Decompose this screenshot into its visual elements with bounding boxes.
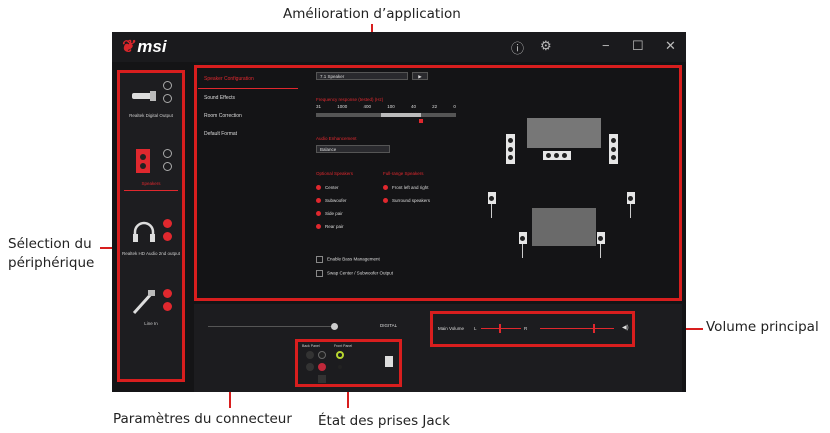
swap-center-subwoofer[interactable]: Swap Center / Subwoofer Output	[316, 270, 393, 277]
jack-icon[interactable]	[306, 351, 314, 359]
opt-center[interactable]: Center	[316, 185, 339, 191]
check-icon	[383, 185, 388, 191]
device-label: Realtek HD Audio 2nd output	[121, 251, 181, 256]
balance-slider[interactable]	[481, 328, 521, 329]
device-sidebar: Realtek Digital Output Speakers Realtek …	[117, 70, 185, 382]
optical-cable-icon	[132, 91, 156, 101]
line-in-cable-icon	[132, 290, 155, 315]
fullrange-surround[interactable]: Surround speakers	[383, 198, 430, 204]
jack-icon[interactable]	[318, 375, 326, 383]
back-panel-header: Back Panel	[302, 344, 320, 348]
msi-logo: ❦ msi	[120, 37, 167, 56]
default-device-check-icon[interactable]	[163, 81, 172, 90]
eq-bar-fill	[381, 113, 421, 117]
speaker-config-select[interactable]: 7.1 Speaker	[316, 72, 408, 80]
eq-marker[interactable]	[419, 119, 423, 123]
checkbox-icon	[316, 256, 323, 263]
device-label: Line In	[144, 321, 158, 326]
speaker-mute-icon[interactable]: ◀)	[622, 324, 629, 331]
balance-select[interactable]: Balance	[316, 145, 390, 153]
close-icon[interactable]: ✕	[665, 38, 676, 54]
master-volume-panel: Main Volume L R ◀)	[430, 311, 635, 347]
device-item-speakers[interactable]: Speakers	[120, 143, 182, 213]
default-device-check-icon[interactable]	[163, 149, 172, 158]
device-item-digital-output[interactable]: Realtek Digital Output	[120, 75, 182, 145]
callout-app-enhancement: Amélioration d’application	[283, 6, 461, 22]
callout-connector-settings: Paramètres du connecteur	[113, 411, 292, 427]
opt-rear-pair[interactable]: Rear pair	[316, 224, 344, 230]
eq-title: Frequency response (tested) (Hz)	[316, 97, 384, 102]
gear-icon[interactable]: ⚙	[540, 38, 552, 54]
play-test-button[interactable]: ▶	[412, 72, 428, 80]
audio-enhancement-title: Audio Enhancement	[316, 136, 357, 141]
leader-line-jack	[347, 390, 349, 408]
jack-icon[interactable]	[318, 351, 326, 359]
communication-device-icon[interactable]	[163, 162, 172, 171]
active-underline	[124, 190, 178, 191]
jack-icon[interactable]	[306, 363, 314, 371]
speaker-icon	[136, 149, 150, 173]
enable-bass-management[interactable]: Enable Bass Management	[316, 256, 380, 263]
volume-slider-thumb[interactable]	[593, 324, 595, 333]
optional-speakers-title: Optional Speakers	[316, 171, 354, 176]
callout-device-selection-line2: périphérique	[8, 255, 95, 271]
rear-left-speaker-icon[interactable]	[519, 232, 527, 244]
callout-master-volume: Volume principal	[706, 319, 819, 335]
jack-pink-icon[interactable]	[318, 363, 326, 371]
jack-green-icon[interactable]	[336, 351, 344, 359]
headphones-icon	[133, 221, 155, 242]
communication-device-icon[interactable]	[163, 94, 172, 103]
rear-right-speaker-icon[interactable]	[597, 232, 605, 244]
connector-slider-track	[208, 326, 336, 327]
check-icon	[316, 198, 321, 204]
maximize-icon[interactable]: ☐	[632, 38, 644, 54]
opt-subwoofer[interactable]: Subwoofer	[316, 198, 347, 204]
sofa-icon	[532, 208, 596, 246]
dragon-icon: ❦	[120, 37, 135, 56]
tv-screen-icon	[527, 118, 601, 148]
balance-slider-thumb[interactable]	[499, 324, 501, 333]
communication-device-icon[interactable]	[163, 302, 172, 311]
check-icon	[316, 185, 321, 191]
callout-jack-status: État des prises Jack	[318, 413, 450, 429]
minimize-icon[interactable]: −	[602, 38, 610, 53]
device-item-hd-audio-2nd[interactable]: Realtek HD Audio 2nd output	[120, 213, 182, 283]
main-volume-label: Main Volume	[438, 326, 465, 331]
app-window: ❦ msi ⓘ ⚙ − ☐ ✕ Realtek Digital Output Sp…	[112, 32, 686, 392]
jack-icon[interactable]	[338, 365, 342, 369]
check-icon	[316, 211, 321, 217]
fullrange-front[interactable]: Front left and right	[383, 185, 429, 191]
communication-device-icon[interactable]	[163, 232, 172, 241]
front-panel-header: Front Panel	[334, 344, 353, 348]
center-speaker-icon[interactable]	[543, 151, 571, 160]
default-device-check-icon[interactable]	[163, 289, 172, 298]
checkbox-icon	[316, 270, 323, 277]
speaker-configuration-panel: 7.1 Speaker ▶ Frequency response (tested…	[194, 65, 682, 301]
check-icon	[383, 198, 388, 204]
jack-status-panel: Back Panel Front Panel	[295, 339, 402, 387]
device-label: Realtek Digital Output	[129, 113, 173, 118]
eq-ticks: 31 1000 400 100 40 22 0	[316, 104, 456, 109]
fullrange-speakers-title: Full-range Speakers	[383, 171, 424, 176]
front-right-speaker-icon[interactable]	[609, 134, 618, 164]
info-icon[interactable]: ⓘ	[511, 38, 524, 57]
opt-side-pair[interactable]: Side pair	[316, 211, 343, 217]
device-label: Speakers	[141, 181, 161, 186]
check-icon	[316, 224, 321, 230]
default-device-check-icon[interactable]	[163, 219, 172, 228]
callout-device-selection-line1: Sélection du	[8, 236, 92, 252]
side-right-speaker-icon[interactable]	[627, 192, 635, 204]
device-item-line-in[interactable]: Line In	[120, 283, 182, 353]
front-left-speaker-icon[interactable]	[506, 134, 515, 164]
digital-label: DIGITAL	[380, 323, 398, 328]
volume-slider[interactable]	[540, 328, 614, 329]
connector-settings-knob[interactable]	[331, 323, 338, 330]
side-left-speaker-icon[interactable]	[488, 192, 496, 204]
title-bar: ❦ msi ⓘ ⚙ − ☐ ✕	[112, 32, 686, 62]
device-tower-icon	[385, 356, 393, 367]
